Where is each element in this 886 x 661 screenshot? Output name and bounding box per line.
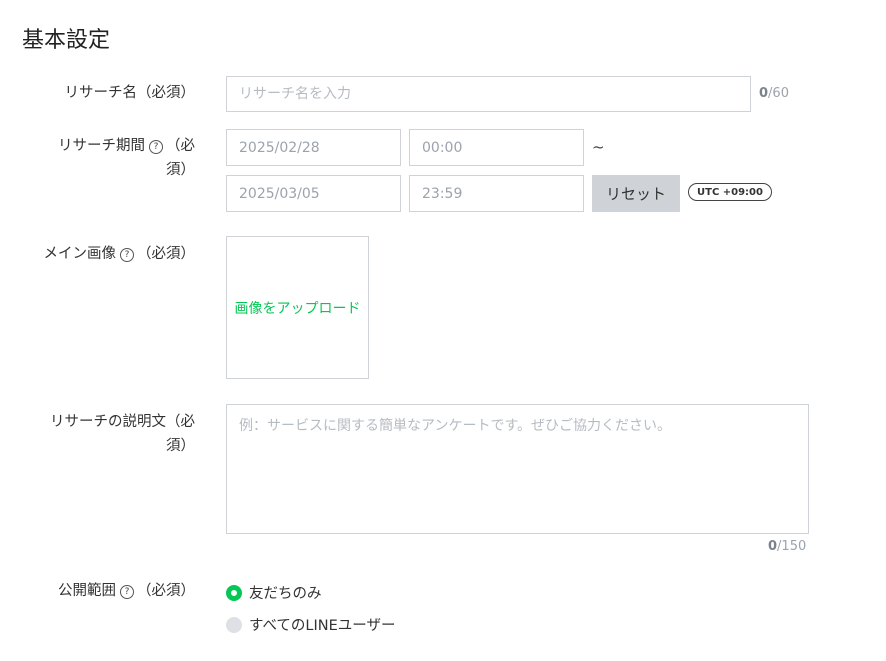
section-title: 基本設定 (22, 28, 111, 53)
end-time-input[interactable] (409, 175, 584, 212)
timezone-badge: UTC +09:00 (688, 183, 772, 201)
description-textarea[interactable] (226, 404, 809, 534)
main-image-label: メイン画像? （必須） (20, 242, 195, 266)
end-date-input[interactable] (226, 175, 401, 212)
radio-unselected-icon[interactable] (226, 616, 242, 633)
main-image-required: （必須） (137, 246, 195, 262)
image-upload-label: 画像をアップロード (234, 300, 361, 317)
description-counter: 0/150 (768, 539, 806, 554)
research-name-label: リサーチ名（必須） (64, 85, 196, 101)
description-counter-current: 0 (768, 539, 778, 554)
research-period-label: リサーチ期間? （必 須） (20, 134, 195, 182)
visibility-option-label: すべてのLINEユーザー (249, 618, 396, 634)
visibility-option-all-users[interactable]: すべてのLINEユーザー (226, 614, 395, 635)
research-period-label-text: リサーチ期間 (58, 138, 145, 154)
research-period-required-1: （必 (166, 138, 195, 154)
research-name-counter-max: /60 (768, 86, 789, 101)
description-label: リサーチの説明文（必 須） (20, 410, 195, 458)
help-icon[interactable]: ? (120, 585, 134, 599)
visibility-label-text: 公開範囲 (58, 583, 116, 599)
research-name-counter-current: 0 (759, 86, 769, 101)
radio-selected-icon[interactable] (226, 584, 242, 601)
help-icon[interactable]: ? (120, 248, 134, 262)
visibility-option-label: 友だちのみ (249, 586, 322, 602)
visibility-required: （必須） (137, 583, 195, 599)
start-time-input[interactable] (409, 129, 584, 166)
reset-button[interactable]: リセット (592, 175, 680, 212)
help-icon[interactable]: ? (149, 140, 163, 154)
research-name-input[interactable] (226, 76, 751, 112)
description-label-line1: リサーチの説明文（必 (50, 414, 195, 430)
description-label-line2: 須） (166, 438, 195, 454)
main-image-label-text: メイン画像 (43, 246, 117, 262)
visibility-label: 公開範囲? （必須） (20, 579, 195, 603)
period-separator: ~ (592, 138, 605, 156)
visibility-option-friends[interactable]: 友だちのみ (226, 582, 322, 603)
description-counter-max: /150 (777, 539, 807, 554)
start-date-input[interactable] (226, 129, 401, 166)
image-upload-button[interactable]: 画像をアップロード (226, 236, 369, 379)
research-name-counter: 0/60 (759, 86, 789, 101)
research-period-required-2: 須） (166, 162, 195, 178)
